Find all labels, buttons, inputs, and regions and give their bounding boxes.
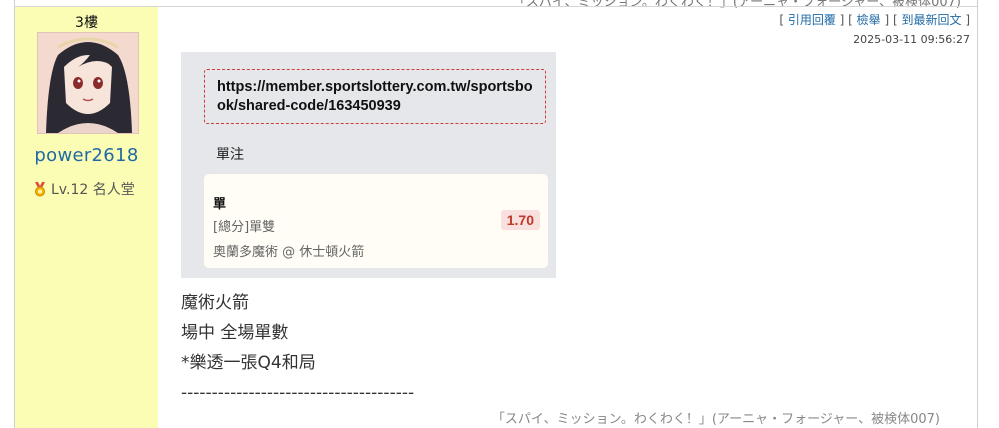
divider <box>15 6 977 7</box>
share-url-link[interactable]: https://member.sportslottery.com.tw/spor… <box>204 69 546 124</box>
user-signature: 「スパイ、ミッション。わくわく！」(アーニャ・フォージャー、被検体007) <box>491 412 940 427</box>
username-link[interactable]: power2618 <box>15 145 158 166</box>
bet-pick: 單 <box>213 197 227 212</box>
post-actions: [ 引用回覆 ] [ 檢舉 ] [ 到最新回文 ] <box>779 13 970 27</box>
avatar[interactable] <box>37 32 139 134</box>
bet-market: [總分]單雙 <box>213 220 276 235</box>
quote-reply-link[interactable]: 引用回覆 <box>788 13 836 27</box>
content-line: *樂透一張Q4和局 <box>181 353 316 373</box>
odds-badge: 1.70 <box>500 210 540 230</box>
bet-selection: 單 [總分]單雙 1.70 奧蘭多魔術 @ 休士頓火箭 <box>204 174 548 268</box>
bet-match: 奧蘭多魔術 @ 休士頓火箭 <box>213 245 365 260</box>
medal-icon <box>32 181 48 197</box>
user-panel: 3樓 power2618 Lv.12 名人堂 <box>15 7 158 428</box>
bet-type-label: 單注 <box>216 147 244 163</box>
level-label: Lv.12 名人堂 <box>51 182 135 198</box>
content-line: -------------------------------------- <box>181 383 415 403</box>
content-line: 場中 全場單數 <box>181 323 289 343</box>
post-content: 魔術火箭 場中 全場單數 *樂透一張Q4和局 -----------------… <box>181 288 414 408</box>
content-line: 魔術火箭 <box>181 293 249 313</box>
floor-number: 3樓 <box>75 15 98 31</box>
latest-reply-link[interactable]: 到最新回文 <box>901 13 961 27</box>
post-container: 「スパイ、ミッション。わくわく！」(アーニャ・フォージャー、被検体007) 3樓… <box>14 0 978 428</box>
report-link[interactable]: 檢舉 <box>857 13 881 27</box>
bet-share-card: https://member.sportslottery.com.tw/spor… <box>181 52 556 278</box>
user-level: Lv.12 名人堂 <box>32 179 135 199</box>
post-timestamp: 2025-03-11 09:56:27 <box>853 33 970 46</box>
previous-signature: 「スパイ、ミッション。わくわく！」(アーニャ・フォージャー、被検体007) <box>512 0 961 10</box>
